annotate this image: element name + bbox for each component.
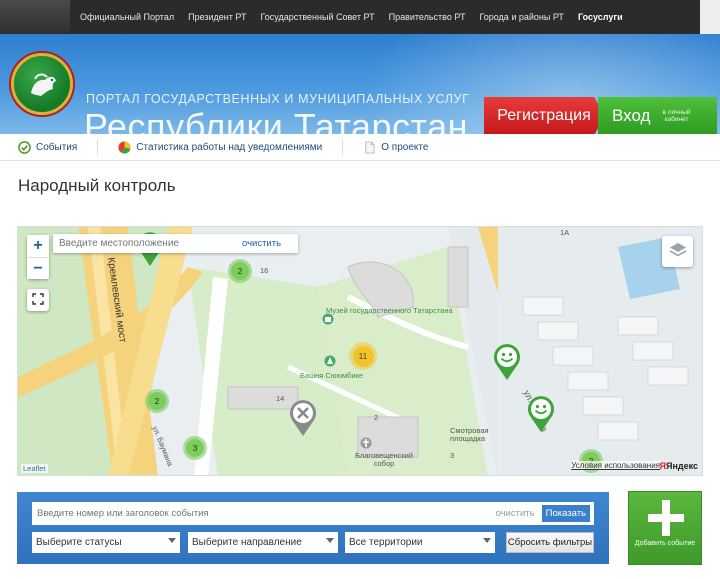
layers-button[interactable] xyxy=(662,236,693,267)
rejected-marker-icon[interactable] xyxy=(288,399,318,437)
tab-events-label: События xyxy=(36,141,78,153)
yandex-logo-text: Яндекс xyxy=(665,461,698,471)
landmark-icon xyxy=(324,355,336,367)
map-cluster-count: 3 xyxy=(186,439,204,457)
zoom-in-button[interactable]: + xyxy=(27,235,49,257)
login-button[interactable]: Вход в личный кабинет xyxy=(598,97,717,134)
top-navigation: Официальный Портал Президент РТ Государс… xyxy=(0,0,720,34)
add-event-button[interactable]: Добавить событие xyxy=(628,491,702,565)
map-label-platform: Смотровая площадка xyxy=(450,426,489,443)
event-filter-panel: очистить Показать Выберите статусы Выбер… xyxy=(17,492,609,564)
map-house-number: 3 xyxy=(450,451,455,460)
tab-statistics[interactable]: Статистика работы над уведомлениями xyxy=(118,140,323,154)
page-title: Народный контроль xyxy=(18,176,176,195)
status-select[interactable]: Выберите статусы xyxy=(32,532,180,553)
topnav-link-official-portal[interactable]: Официальный Портал xyxy=(80,12,174,22)
chevron-down-icon xyxy=(483,538,491,543)
tab-about[interactable]: О проекте xyxy=(363,140,429,154)
topnav-link-state-council[interactable]: Государственный Совет РТ xyxy=(260,12,374,22)
tab-divider xyxy=(97,139,99,155)
tab-divider xyxy=(342,139,344,155)
leaflet-attribution[interactable]: Leaflet xyxy=(21,464,48,473)
map-house-number: 16 xyxy=(260,266,269,275)
show-button[interactable]: Показать xyxy=(541,505,590,522)
layers-icon xyxy=(669,243,686,257)
map-house-number: 1А xyxy=(560,228,570,237)
document-icon xyxy=(365,140,375,154)
portal-title: Республики Татарстан xyxy=(84,106,469,135)
location-clear-link[interactable]: очистить xyxy=(242,238,281,249)
pie-chart-icon xyxy=(118,140,131,154)
topnav-link-gosuslugi[interactable]: Госуслуги xyxy=(578,12,623,22)
map-label-museum: Музей государственного Татарстана xyxy=(326,306,453,315)
event-search-row: очистить Показать xyxy=(32,502,594,525)
zoom-control: + − xyxy=(27,235,49,279)
status-select-value: Выберите статусы xyxy=(36,537,122,548)
tab-about-label: О проекте xyxy=(381,141,429,153)
plus-icon xyxy=(648,500,684,536)
login-sublabel: в личный кабинет xyxy=(662,109,691,123)
museum-icon xyxy=(322,313,334,325)
smile-marker-icon[interactable] xyxy=(492,343,522,381)
section-tabs: События Статистика работы над уведомлени… xyxy=(0,134,720,161)
direction-select[interactable]: Выберите направление xyxy=(188,532,338,553)
map-label-tower: Башня Сююмбике xyxy=(300,371,364,380)
church-icon xyxy=(360,437,372,449)
topnav-link-cities[interactable]: Города и районы РТ xyxy=(479,12,563,22)
top-navigation-bar: Официальный Портал Президент РТ Государс… xyxy=(70,0,700,34)
yandex-logo: ЯЯндекс xyxy=(659,461,698,471)
map-cluster[interactable]: 2 xyxy=(228,259,252,283)
fullscreen-button[interactable] xyxy=(27,289,49,311)
header-banner: ПОРТАЛ ГОСУДАРСТВЕННЫХ И МУНИЦИПАЛЬНЫХ У… xyxy=(0,34,720,134)
login-label: Вход xyxy=(612,106,651,125)
map-label-cathedral: Благовещенский собор xyxy=(354,451,413,468)
territory-select-value: Все территории xyxy=(349,537,423,548)
location-input[interactable] xyxy=(53,238,238,249)
location-search: очистить xyxy=(53,234,298,253)
tatarstan-emblem-icon[interactable] xyxy=(11,53,73,115)
topnav-link-government[interactable]: Правительство РТ xyxy=(389,12,466,22)
tab-events[interactable]: События xyxy=(18,140,78,154)
check-circle-icon xyxy=(18,140,31,154)
zoom-out-button[interactable]: − xyxy=(27,257,49,279)
terms-link[interactable]: Условия использования xyxy=(571,461,660,470)
smile-marker-icon[interactable] xyxy=(526,395,556,433)
tab-statistics-label: Статистика работы над уведомлениями xyxy=(136,141,323,153)
map-cluster-count: 2 xyxy=(148,392,166,410)
reset-filters-button[interactable]: Сбросить фильтры xyxy=(506,532,594,553)
map-cluster-count: 11 xyxy=(352,345,374,367)
chevron-down-icon xyxy=(168,538,176,543)
chevron-down-icon xyxy=(326,538,334,543)
topnav-edge xyxy=(700,0,720,34)
direction-select-value: Выберите направление xyxy=(192,537,302,548)
event-search-clear-link[interactable]: очистить xyxy=(496,508,535,519)
portal-subtitle: ПОРТАЛ ГОСУДАРСТВЕННЫХ И МУНИЦИПАЛЬНЫХ У… xyxy=(86,92,470,106)
map-cluster[interactable]: 11 xyxy=(349,342,377,370)
register-button[interactable]: Регистрация xyxy=(484,97,604,134)
territory-select[interactable]: Все территории xyxy=(345,532,495,553)
fullscreen-icon xyxy=(32,292,44,305)
map-house-number: 2 xyxy=(374,413,379,422)
map-house-number: 14 xyxy=(276,394,285,403)
events-map[interactable]: 1А 16 14 2 3 Музей государственного Тата… xyxy=(17,226,703,476)
map-cluster[interactable]: 2 xyxy=(145,389,169,413)
map-cluster-count: 2 xyxy=(231,262,249,280)
event-search-input[interactable] xyxy=(32,508,496,519)
add-event-label: Добавить событие xyxy=(634,540,696,547)
topnav-link-president[interactable]: Президент РТ xyxy=(188,12,246,22)
leopard-icon xyxy=(31,73,56,96)
map-cluster[interactable]: 3 xyxy=(183,436,207,460)
